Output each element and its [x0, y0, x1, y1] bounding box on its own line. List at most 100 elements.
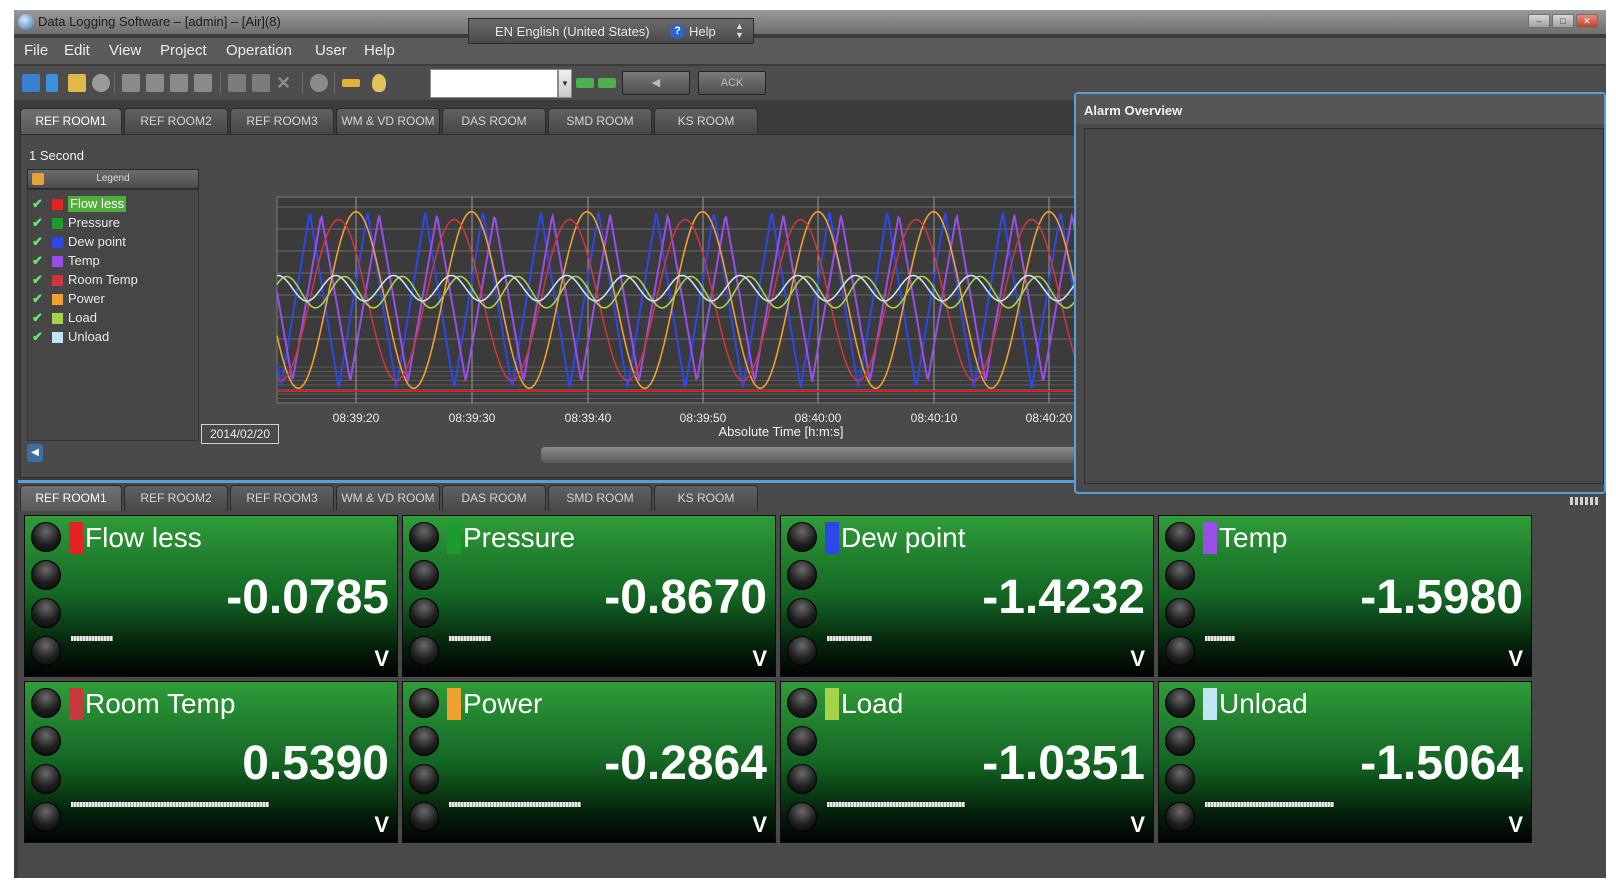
x-tick-label: 08:39:20	[333, 411, 380, 425]
tab-smd-room[interactable]: SMD ROOM	[548, 485, 652, 511]
tab-ref-room2[interactable]: REF ROOM2	[124, 485, 228, 511]
tab-ref-room3[interactable]: REF ROOM3	[230, 108, 334, 134]
lightbulb-icon[interactable]	[372, 74, 386, 92]
gauge-tile[interactable]: Room Temp 0.5390 V	[24, 681, 398, 843]
ack-button[interactable]: ACK	[698, 71, 766, 95]
title-bar: Data Logging Software – [admin] – [Air](…	[14, 10, 1606, 34]
indicator-light-icon	[409, 726, 439, 756]
help-icon[interactable]: ?	[670, 24, 685, 39]
grid-icon[interactable]	[22, 74, 40, 92]
indicator-light-icon	[31, 598, 61, 628]
indicator-light-icon	[1165, 726, 1195, 756]
app-icon	[18, 14, 34, 30]
indicator-light-icon	[1165, 636, 1195, 666]
level-bar	[827, 636, 872, 641]
paste-icon[interactable]	[252, 74, 270, 92]
menu-help[interactable]: Help	[364, 42, 395, 59]
gauge-tile[interactable]: Temp -1.5980 V	[1158, 515, 1532, 677]
filter-combo[interactable]	[430, 69, 558, 98]
channel-value: -1.4232	[982, 571, 1145, 624]
scroll-left-icon[interactable]: ◀	[27, 444, 43, 462]
indicator-light-icon	[409, 802, 439, 832]
language-label[interactable]: EN English (United States)	[495, 24, 650, 39]
indicator-light-icon	[31, 688, 61, 718]
folder-icon[interactable]	[170, 74, 188, 92]
maximize-button[interactable]: □	[1552, 14, 1574, 28]
menu-view[interactable]: View	[109, 42, 141, 59]
mail-icon[interactable]	[598, 78, 616, 88]
search-icon[interactable]	[310, 74, 328, 92]
menu-project[interactable]: Project	[160, 42, 207, 59]
indicator-light-icon	[31, 726, 61, 756]
language-bar[interactable]: EN English (United States) ? Help ▲ ▼	[468, 18, 754, 44]
tab-ref-room1[interactable]: REF ROOM1	[20, 108, 122, 134]
mail-icon[interactable]	[576, 78, 594, 88]
tab-ks-room[interactable]: KS ROOM	[654, 485, 758, 511]
open-folder-icon[interactable]	[68, 74, 86, 92]
indicator-light-icon	[409, 522, 439, 552]
x-tick-label: 08:39:40	[565, 411, 612, 425]
tab-ref-room1[interactable]: REF ROOM1	[20, 485, 122, 511]
menu-operation[interactable]: Operation	[226, 42, 292, 59]
folder-icon[interactable]	[122, 74, 140, 92]
x-axis-label: Absolute Time [h:m:s]	[719, 424, 844, 439]
channel-value: -0.0785	[226, 571, 389, 624]
menu-file[interactable]: File	[24, 42, 48, 59]
gauge-tile[interactable]: Unload -1.5064 V	[1158, 681, 1532, 843]
level-bar	[1205, 636, 1235, 641]
gauge-panel: REF ROOM1 REF ROOM2 REF ROOM3 WM & VD RO…	[18, 480, 1606, 878]
level-bar	[827, 802, 965, 807]
menu-edit[interactable]: Edit	[64, 42, 90, 59]
tab-ref-room2[interactable]: REF ROOM2	[124, 108, 228, 134]
alarm-overview-title: Alarm Overview	[1076, 94, 1604, 124]
channel-unit: V	[752, 812, 767, 837]
tab-ref-room3[interactable]: REF ROOM3	[230, 485, 334, 511]
gauge-tile[interactable]: Load -1.0351 V	[780, 681, 1154, 843]
channel-name: Pressure	[463, 522, 576, 553]
chart-scrollbar[interactable]	[541, 447, 1081, 463]
help-label[interactable]: Help	[689, 24, 716, 39]
previous-alarm-button[interactable]: ◀	[622, 71, 690, 95]
tab-das-room[interactable]: DAS ROOM	[442, 485, 546, 511]
indicator-light-icon	[31, 636, 61, 666]
indicator-light-icon	[787, 802, 817, 832]
date-field[interactable]: 2014/02/20	[201, 424, 279, 444]
menu-bar: File Edit View Project Operation User He…	[14, 38, 1606, 64]
panel-grip-icon[interactable]	[1570, 497, 1598, 505]
gauge-tile[interactable]: Pressure -0.8670 V	[402, 515, 776, 677]
channel-unit: V	[752, 646, 767, 671]
indicator-light-icon	[31, 764, 61, 794]
delete-icon[interactable]: ✕	[276, 74, 294, 92]
indicator-light-icon	[409, 636, 439, 666]
indicator-light-icon	[31, 522, 61, 552]
menu-user[interactable]: User	[315, 42, 347, 59]
spin-arrows-icon[interactable]: ▲ ▼	[735, 22, 744, 40]
tab-das-room[interactable]: DAS ROOM	[442, 108, 546, 134]
window-title: Data Logging Software – [admin] – [Air](…	[38, 14, 281, 29]
tab-wm-vd-room[interactable]: WM & VD ROOM	[336, 485, 440, 511]
gauge-tile[interactable]: Flow less -0.0785 V	[24, 515, 398, 677]
import-icon[interactable]	[46, 74, 58, 92]
minimize-button[interactable]: –	[1528, 14, 1550, 28]
folder-icon[interactable]	[194, 74, 212, 92]
channel-unit: V	[374, 646, 389, 671]
indicator-light-icon	[1165, 560, 1195, 590]
channel-value: -0.2864	[604, 737, 767, 790]
channel-name: Dew point	[841, 522, 966, 553]
close-button[interactable]: ✕	[1576, 14, 1598, 28]
gauge-tile[interactable]: Dew point -1.4232 V	[780, 515, 1154, 677]
alarm-list[interactable]	[1084, 128, 1604, 484]
folder-icon[interactable]	[146, 74, 164, 92]
tab-wm-vd-room[interactable]: WM & VD ROOM	[336, 108, 440, 134]
x-tick-label: 08:39:50	[680, 411, 727, 425]
edit-icon[interactable]	[342, 79, 360, 87]
indicator-light-icon	[787, 688, 817, 718]
copy-icon[interactable]	[228, 74, 246, 92]
level-bar	[71, 802, 269, 807]
combo-dropdown-icon[interactable]: ▼	[558, 69, 572, 98]
gauge-tile[interactable]: Power -0.2864 V	[402, 681, 776, 843]
tab-ks-room[interactable]: KS ROOM	[654, 108, 758, 134]
channel-color-swatch	[825, 688, 839, 720]
tab-smd-room[interactable]: SMD ROOM	[548, 108, 652, 134]
refresh-icon[interactable]	[92, 74, 110, 92]
